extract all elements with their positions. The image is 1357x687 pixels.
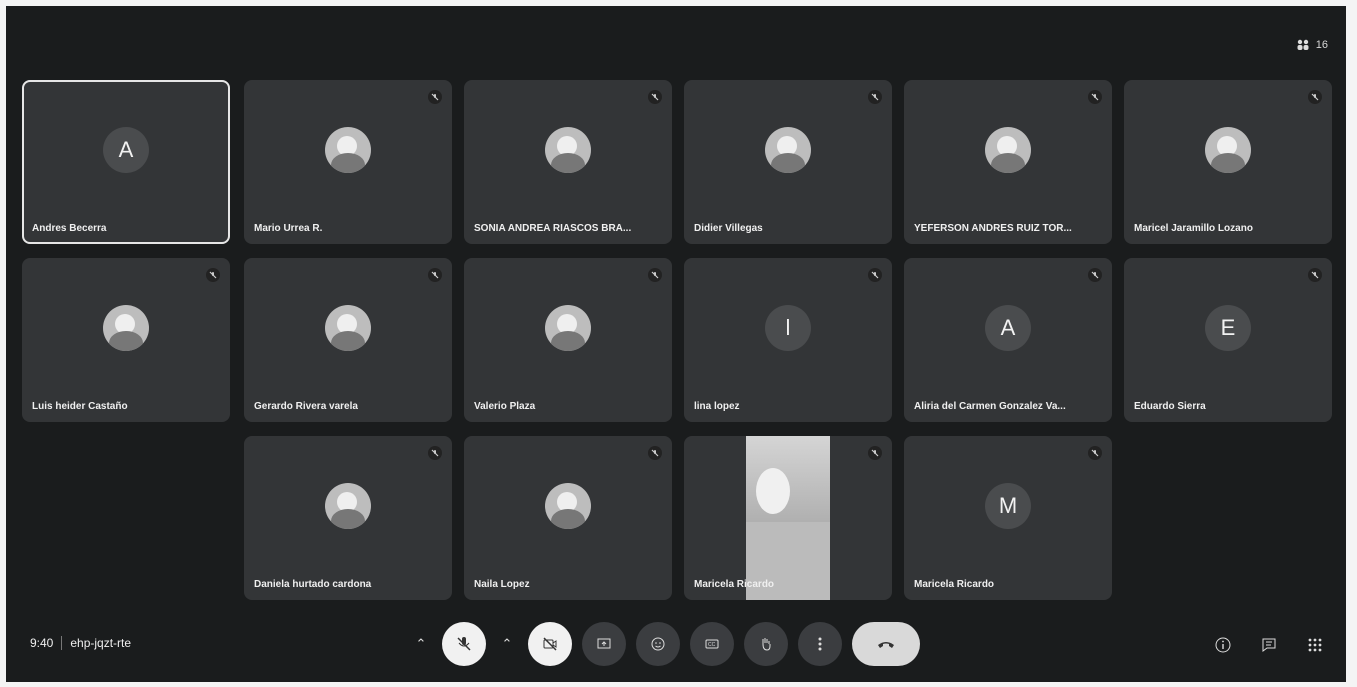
mic-off-icon xyxy=(457,637,471,651)
right-controls xyxy=(1212,634,1326,656)
participant-tile[interactable]: SONIA ANDREA RIASCOS BRA... xyxy=(464,80,672,244)
avatar: l xyxy=(765,305,811,351)
video-call-screen: 16 A Andres Becerra Mario Urrea R. SONIA… xyxy=(6,6,1346,682)
participant-tile[interactable]: Daniela hurtado cardona xyxy=(244,436,452,600)
mic-off-icon xyxy=(1088,268,1102,282)
participant-name: lina lopez xyxy=(694,401,740,412)
participant-grid: A Andres Becerra Mario Urrea R. SONIA AN… xyxy=(6,6,1346,682)
participant-tile[interactable]: Maricela Ricardo xyxy=(684,436,892,600)
raise-hand-button[interactable] xyxy=(744,622,788,666)
mic-off-icon xyxy=(868,90,882,104)
participant-tile[interactable]: A Aliria del Carmen Gonzalez Va... xyxy=(904,258,1112,422)
captions-button[interactable]: CC xyxy=(690,622,734,666)
participant-name: Daniela hurtado cardona xyxy=(254,579,372,590)
mic-off-icon xyxy=(428,446,442,460)
participant-tile[interactable]: Valerio Plaza xyxy=(464,258,672,422)
meeting-controls: 9:40 ehp-jqzt-rte ⌃ ⌃ CC xyxy=(6,608,1346,682)
avatar xyxy=(325,305,371,351)
avatar: E xyxy=(1205,305,1251,351)
participant-tile[interactable]: M Maricela Ricardo xyxy=(904,436,1112,600)
participant-tile[interactable]: A Andres Becerra xyxy=(22,80,230,244)
chevron-up-icon[interactable]: ⌃ xyxy=(496,633,518,655)
participant-tile[interactable]: Naila Lopez xyxy=(464,436,672,600)
participant-tile[interactable]: E Eduardo Sierra xyxy=(1124,258,1332,422)
phone-end-icon xyxy=(878,642,894,648)
hand-icon xyxy=(762,638,771,651)
participant-tile[interactable]: Luis heider Castaño xyxy=(22,258,230,422)
avatar: A xyxy=(985,305,1031,351)
more-icon xyxy=(818,637,822,651)
participant-name: Luis heider Castaño xyxy=(32,401,128,412)
participant-tile[interactable]: YEFERSON ANDRES RUIZ TOR... xyxy=(904,80,1112,244)
mic-off-icon xyxy=(1308,90,1322,104)
participant-name: Aliria del Carmen Gonzalez Va... xyxy=(914,401,1066,412)
leave-call-button[interactable] xyxy=(852,622,920,666)
apps-icon[interactable] xyxy=(1304,634,1326,656)
chat-icon[interactable] xyxy=(1258,634,1280,656)
participant-tile[interactable]: Maricel Jaramillo Lozano xyxy=(1124,80,1332,244)
mic-off-icon xyxy=(868,446,882,460)
avatar xyxy=(1205,127,1251,173)
mic-off-icon xyxy=(1088,446,1102,460)
avatar: M xyxy=(985,483,1031,529)
emoji-icon xyxy=(651,637,665,651)
participant-tile[interactable]: Didier Villegas xyxy=(684,80,892,244)
avatar xyxy=(325,483,371,529)
participant-name: Maricela Ricardo xyxy=(914,579,995,590)
avatar: A xyxy=(103,127,149,173)
avatar xyxy=(103,305,149,351)
meeting-code: ehp-jqzt-rte xyxy=(70,636,132,650)
center-controls: ⌃ ⌃ CC xyxy=(410,622,920,666)
avatar xyxy=(545,305,591,351)
chevron-up-icon[interactable]: ⌃ xyxy=(410,633,432,655)
participant-name: Naila Lopez xyxy=(474,579,530,590)
present-icon xyxy=(597,638,611,649)
mic-off-icon xyxy=(1088,90,1102,104)
avatar xyxy=(985,127,1031,173)
participant-name: Valerio Plaza xyxy=(474,401,536,412)
participant-name: Maricela Ricardo xyxy=(694,579,775,590)
meeting-info: 9:40 ehp-jqzt-rte xyxy=(30,636,131,650)
divider xyxy=(61,636,63,650)
participant-tile[interactable]: l lina lopez xyxy=(684,258,892,422)
avatar xyxy=(545,483,591,529)
mic-off-icon xyxy=(1308,268,1322,282)
mic-off-icon xyxy=(206,268,220,282)
captions-icon: CC xyxy=(705,639,719,649)
participant-tile[interactable]: Gerardo Rivera varela xyxy=(244,258,452,422)
participant-name: Maricel Jaramillo Lozano xyxy=(1134,223,1253,234)
mic-off-icon xyxy=(648,446,662,460)
mic-off-icon xyxy=(648,268,662,282)
participant-name: YEFERSON ANDRES RUIZ TOR... xyxy=(914,223,1072,234)
mic-off-icon xyxy=(428,90,442,104)
camera-off-icon xyxy=(543,637,557,651)
participant-name: Didier Villegas xyxy=(694,223,763,234)
meeting-time: 9:40 xyxy=(30,636,54,650)
camera-video-feed xyxy=(746,436,830,600)
info-icon[interactable] xyxy=(1212,634,1234,656)
participant-name: Gerardo Rivera varela xyxy=(254,401,358,412)
avatar xyxy=(765,127,811,173)
camera-button[interactable] xyxy=(528,622,572,666)
mic-off-icon xyxy=(428,268,442,282)
emoji-button[interactable] xyxy=(636,622,680,666)
avatar xyxy=(545,127,591,173)
present-button[interactable] xyxy=(582,622,626,666)
avatar xyxy=(325,127,371,173)
participant-name: Mario Urrea R. xyxy=(254,223,323,234)
mic-off-icon xyxy=(868,268,882,282)
participant-name: SONIA ANDREA RIASCOS BRA... xyxy=(474,223,632,234)
more-options-button[interactable] xyxy=(798,622,842,666)
svg-text:CC: CC xyxy=(708,642,716,648)
participant-name: Andres Becerra xyxy=(32,223,107,234)
participant-name: Eduardo Sierra xyxy=(1134,401,1206,412)
mic-off-icon xyxy=(648,90,662,104)
mute-button[interactable] xyxy=(442,622,486,666)
participant-tile[interactable]: Mario Urrea R. xyxy=(244,80,452,244)
